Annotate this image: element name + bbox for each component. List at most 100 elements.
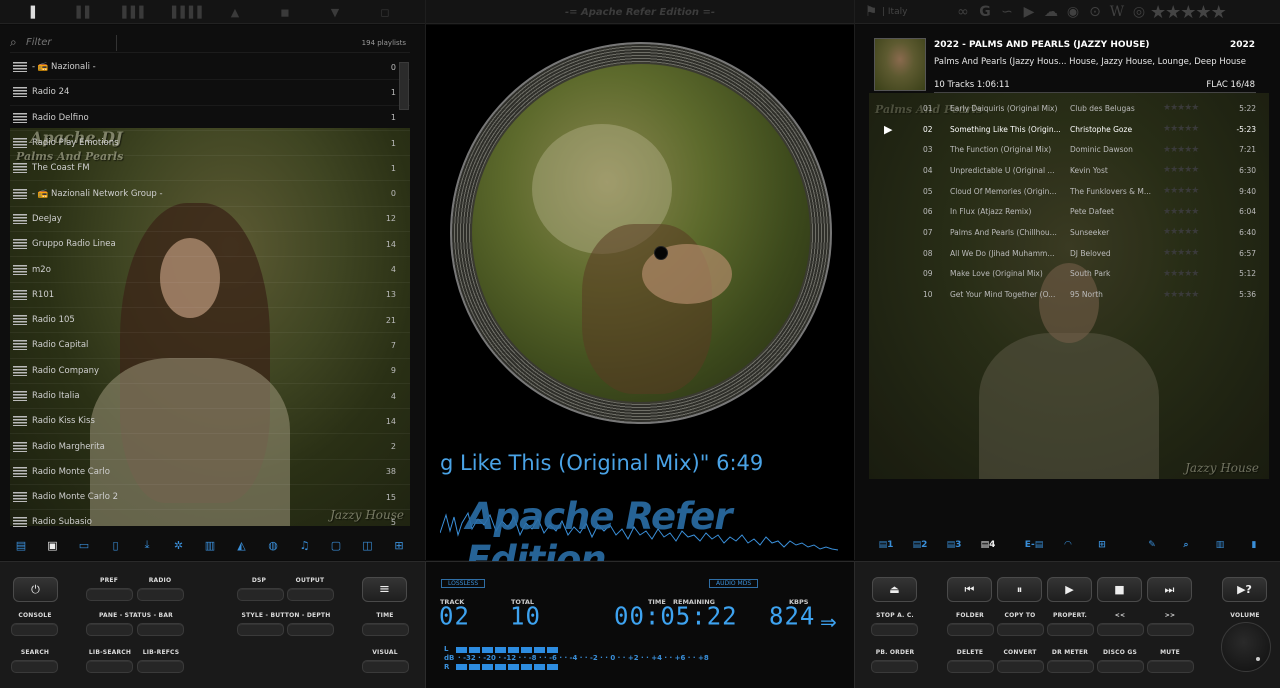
zoom-icon[interactable]: ⌕ <box>1169 540 1203 550</box>
list-item[interactable]: Radio Monte Carlo 38 <box>10 460 410 486</box>
layout-1-icon[interactable]: ▌ <box>22 6 48 19</box>
tab-playlist-4[interactable]: ▤4 <box>971 540 1005 550</box>
pb-order-button[interactable] <box>871 660 918 673</box>
search-button[interactable] <box>11 660 58 673</box>
table-row[interactable]: 05 Cloud Of Memories (Origin... The Funklo… <box>874 181 1256 202</box>
table-row[interactable]: 04 Unpredictable U (Original ... Kevin Yos… <box>874 160 1256 181</box>
layout-2-icon[interactable]: ▌▌ <box>72 6 98 19</box>
track-rating-stars[interactable]: ★★★★★ <box>1163 227 1199 237</box>
stop-ac-button[interactable] <box>871 623 918 636</box>
filter-input[interactable] <box>26 37 116 48</box>
layout-4-icon[interactable]: ▌▌▌▌ <box>172 6 206 19</box>
list-item[interactable]: Radio 105 21 <box>10 308 410 334</box>
list-item[interactable]: m2o 4 <box>10 257 410 283</box>
track-rating-stars[interactable]: ★★★★★ <box>1163 124 1199 134</box>
style-button[interactable] <box>237 623 284 636</box>
list-item[interactable]: Radio Play Emotions 1 <box>10 131 410 157</box>
track-rating-stars[interactable]: ★★★★★ <box>1163 145 1199 155</box>
grid-icon[interactable]: ⊞ <box>388 539 410 552</box>
list-item[interactable]: Gruppo Radio Linea 14 <box>10 232 410 258</box>
list-item[interactable]: DeeJay 12 <box>10 207 410 233</box>
table-row[interactable]: 08 All We Do (Jihad Muhamm... DJ Beloved ★★… <box>874 243 1256 264</box>
wikipedia-icon[interactable]: W <box>1106 4 1128 20</box>
output-button[interactable] <box>287 588 334 601</box>
table-row[interactable]: 10 Get Your Mind Together (O... 95 North ★★… <box>874 284 1256 305</box>
grid-icon[interactable]: ⊞ <box>1085 540 1119 550</box>
disco-gs-button[interactable] <box>1097 660 1144 673</box>
vinyl-turntable[interactable] <box>450 42 832 424</box>
track-rating-stars[interactable]: ★★★★★ <box>1163 186 1199 196</box>
soundcloud-icon[interactable]: ☁ <box>1040 4 1062 20</box>
properties-button[interactable] <box>1047 623 1094 636</box>
table-row[interactable]: ▶ 02 Something Like This (Origin... Christo… <box>874 119 1256 140</box>
track-rating-stars[interactable]: ★★★★★ <box>1163 207 1199 217</box>
stop-square-icon[interactable]: ◻ <box>372 6 398 19</box>
lib-refcs-button[interactable] <box>137 660 184 673</box>
track-rating-stars[interactable]: ★★★★★ <box>1163 248 1199 258</box>
lastfm-icon[interactable]: ∽ <box>996 4 1018 20</box>
playlist-file-icon[interactable]: ▤ <box>10 539 32 552</box>
pref-button[interactable] <box>86 588 133 601</box>
rating-star-icon[interactable]: ★ <box>1195 2 1211 23</box>
next-playlist-button[interactable] <box>1147 623 1194 636</box>
radio-icon[interactable]: ▥ <box>199 539 221 552</box>
pause-button[interactable]: ⏸ <box>997 577 1042 602</box>
google-icon[interactable]: G <box>974 4 996 20</box>
rating-star-icon[interactable]: ★ <box>1211 2 1227 23</box>
music-note-icon[interactable]: ♫ <box>294 539 316 552</box>
table-row[interactable]: 01 Early Daiquiris (Original Mix) Club des… <box>874 98 1256 119</box>
book-icon[interactable]: ▯ <box>105 539 127 552</box>
tab-playlist-3[interactable]: ▤3 <box>937 540 971 550</box>
list-item[interactable]: Radio Delfino 1 <box>10 106 410 131</box>
table-row[interactable]: 09 Make Love (Original Mix) South Park ★★★★… <box>874 264 1256 285</box>
folder-icon[interactable]: ▭ <box>73 539 95 552</box>
document-icon[interactable]: ▢ <box>325 539 347 552</box>
youtube-icon[interactable]: ▶ <box>1018 4 1040 20</box>
convert-button[interactable] <box>997 660 1044 673</box>
list-item[interactable]: - 📻 Nazionali Network Group - 0 <box>10 181 410 207</box>
elapsed-time-display[interactable]: 00:05:22 <box>614 601 738 630</box>
playlist-scrollbar[interactable] <box>399 62 409 110</box>
rating-star-icon[interactable]: ★ <box>1165 2 1181 23</box>
list-item[interactable]: Radio Subasio 5 <box>10 510 410 527</box>
copy-to-button[interactable] <box>997 623 1044 636</box>
track-rating-stars[interactable]: ★★★★★ <box>1163 165 1199 175</box>
list-item[interactable]: R101 13 <box>10 283 410 308</box>
table-row[interactable]: 06 In Flux (Atjazz Remix) Pete Dafeet ★★★★★… <box>874 201 1256 222</box>
download-icon[interactable]: ⤓ <box>136 538 158 552</box>
tab-playlist-2[interactable]: ▤2 <box>903 540 937 550</box>
prev-playlist-button[interactable] <box>1097 623 1144 636</box>
rating-star-icon[interactable]: ★ <box>1180 2 1196 23</box>
list-item[interactable]: Radio Kiss Kiss 14 <box>10 409 410 435</box>
delete-button[interactable] <box>947 660 994 673</box>
table-row[interactable]: 03 The Function (Original Mix) Dominic Daw… <box>874 139 1256 160</box>
rating-star-icon[interactable]: ★ <box>1150 2 1166 23</box>
list-item[interactable]: Radio 24 1 <box>10 80 410 106</box>
tag-icon[interactable]: ◭ <box>231 539 253 552</box>
track-rating-stars[interactable]: ★★★★★ <box>1163 269 1199 279</box>
flag-icon[interactable]: ⚑ <box>860 4 882 20</box>
globe-icon[interactable]: ◍ <box>262 539 284 552</box>
link-icon[interactable]: ∞ <box>952 4 974 20</box>
podcast-icon[interactable]: ◎ <box>1128 4 1150 20</box>
power-button[interactable]: ⏻ <box>13 577 58 602</box>
playlist-view-icon[interactable]: ▣ <box>42 539 64 552</box>
tri-down-icon[interactable]: ▼ <box>322 6 348 19</box>
tab-e[interactable]: E-▤ <box>1017 540 1051 550</box>
basket-icon[interactable]: ◫ <box>357 539 379 552</box>
table-row[interactable]: 07 Palms And Pearls (Chillhou... Sunseeker… <box>874 222 1256 243</box>
spotify-icon[interactable]: ◉ <box>1062 4 1084 20</box>
time-button[interactable] <box>362 623 409 636</box>
tri-up-icon[interactable]: ▲ <box>222 6 248 19</box>
save-icon[interactable]: ▮ <box>1237 540 1271 550</box>
next-button[interactable]: ⏭ <box>1147 577 1192 602</box>
visual-button[interactable] <box>362 660 409 673</box>
square-icon[interactable]: ◼ <box>272 6 298 19</box>
track-rating-stars[interactable]: ★★★★★ <box>1163 290 1199 300</box>
depth-button[interactable] <box>287 623 334 636</box>
list-item[interactable]: Radio Italia 4 <box>10 384 410 410</box>
list-item[interactable]: Radio Margherita 2 <box>10 434 410 460</box>
help-button[interactable]: ▶? <box>1222 577 1267 602</box>
radio-button[interactable] <box>137 588 184 601</box>
mute-button[interactable] <box>1147 660 1194 673</box>
